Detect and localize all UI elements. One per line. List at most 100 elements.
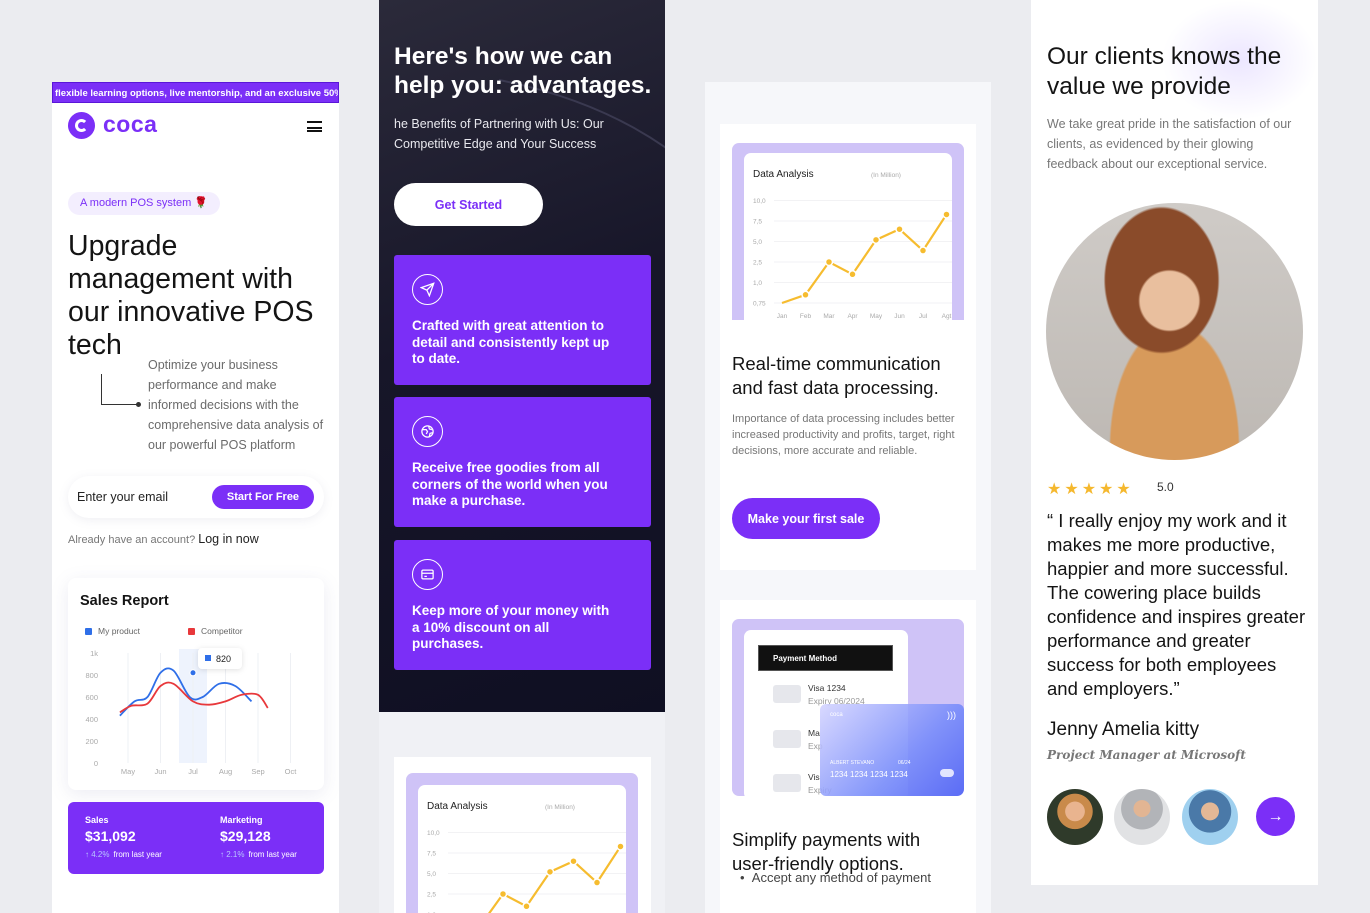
- title-line: our innovative POS: [68, 296, 314, 328]
- stat-change-suffix: from last year: [248, 850, 297, 859]
- coca-logo-icon[interactable]: [68, 112, 95, 139]
- client-avatar[interactable]: [1047, 789, 1103, 845]
- data-line: [781, 213, 948, 305]
- contactless-icon: ))): [947, 710, 956, 720]
- card-holder: ALBERT STEVANO: [830, 760, 875, 766]
- y-tick-label: 5,0: [427, 871, 436, 878]
- method-name: Visa 1234: [808, 683, 846, 693]
- client-name: Jenny Amelia kitty: [1047, 719, 1200, 740]
- y-tick-label: 2,5: [753, 260, 762, 267]
- payment-method-header: Payment Method: [758, 645, 893, 671]
- get-started-button[interactable]: Get Started: [394, 183, 543, 226]
- y-tick-label: 2,5: [427, 892, 436, 899]
- promo-banner[interactable]: flexible learning options, live mentorsh…: [52, 82, 339, 103]
- data-analysis-card: Data Analysis(In Million)0,751,02,55,07,…: [418, 785, 626, 913]
- highlight-point: [189, 669, 197, 677]
- chart-subtitle: (In Million): [871, 172, 901, 179]
- hero-badge: A modern POS system 🌹: [68, 192, 221, 215]
- globe-icon: [412, 416, 443, 447]
- sales-chart: May Jun Jul Aug Sep Oct 0 200 400 600 800 1k 820: [85, 648, 298, 776]
- make-first-sale-button[interactable]: Make your first sale: [732, 498, 880, 539]
- y-tick-label: 0,75: [753, 301, 766, 308]
- advantages-subtitle: he Benefits of Partnering with Us: Our C…: [394, 117, 604, 151]
- card-thumbnail: [773, 730, 801, 748]
- data-point: [569, 856, 578, 866]
- payments-title: Simplify payments with user-friendly opt…: [732, 828, 920, 876]
- login-prompt-text: Already have an account?: [68, 534, 196, 546]
- realtime-title: Real-time communication and fast data pr…: [732, 352, 941, 400]
- data-point: [824, 257, 834, 267]
- chart-subtitle: (In Million): [545, 804, 575, 811]
- card-thumbnail: [773, 685, 801, 703]
- data-point: [522, 902, 531, 911]
- brand-name[interactable]: coca: [103, 111, 157, 138]
- x-tick-label: Oct: [285, 767, 298, 776]
- stat-change-suffix: from last year: [113, 850, 162, 859]
- connector-line: [101, 374, 141, 407]
- y-tick-label: 800: [85, 671, 98, 680]
- stat-value: $29,128: [220, 828, 271, 844]
- title-line: Upgrade: [68, 230, 178, 262]
- credit-card-visual: coca ))) ALBERT STEVANO 06/24 1234 1234 …: [820, 704, 964, 796]
- realtime-description: Importance of data processing includes b…: [732, 413, 955, 457]
- y-tick-label: 7,5: [427, 851, 436, 858]
- data-analysis-chart: Data Analysis(In Million)0,751,02,55,07,…: [753, 169, 952, 320]
- title-line: management with: [68, 263, 293, 295]
- stat-label: Marketing: [220, 815, 263, 825]
- stats-card: Sales $31,092 ↑ 4.2% from last year Marke…: [68, 802, 324, 874]
- stat-marketing: Marketing $29,128 ↑ 2.1% from last year: [220, 815, 297, 859]
- client-avatar[interactable]: [1114, 789, 1170, 845]
- x-tick-label: Agt: [942, 313, 952, 320]
- y-tick-label: 200: [85, 737, 98, 746]
- data-point: [592, 878, 602, 887]
- data-analysis-card: Data Analysis(In Million)0,751,02,55,07,…: [744, 153, 952, 320]
- stat-change-value: ↑ 4.2%: [85, 850, 110, 859]
- client-avatar[interactable]: [1182, 789, 1238, 845]
- x-tick-label: May: [121, 767, 135, 776]
- email-input[interactable]: [77, 476, 207, 518]
- tooltip-value: 820: [216, 654, 231, 664]
- star-rating-icon: ★★★★★: [1047, 481, 1134, 498]
- testimonials-title: Our clients knows the value we provide: [1047, 43, 1282, 100]
- email-form: Start For Free: [68, 476, 324, 518]
- client-photo: [1046, 203, 1303, 460]
- testimonials-description: We take great pride in the satisfaction …: [1047, 117, 1292, 171]
- stat-value: $31,092: [85, 828, 136, 844]
- hero-title: Upgrade management with our innovative P…: [68, 230, 328, 362]
- y-tick-label: 10,0: [427, 830, 440, 837]
- x-tick-label: Aug: [219, 767, 232, 776]
- tooltip-marker: [205, 655, 211, 661]
- data-analysis-preview: Data Analysis(In Million)0,751,02,55,07,…: [394, 757, 651, 913]
- features-screen: Data Analysis (In Million) 0,75 1,0 2,5 5,0 7,…: [705, 82, 991, 913]
- stat-sales: Sales $31,092 ↑ 4.2% from last year: [85, 815, 162, 859]
- advantage-text: Crafted with great attention to detail a…: [412, 318, 610, 366]
- hamburger-icon[interactable]: [307, 121, 322, 132]
- data-point: [871, 235, 881, 245]
- title-line: Real-time communication: [732, 353, 941, 374]
- hero-screen: flexible learning options, live mentorsh…: [52, 82, 339, 913]
- advantage-card: Receive free goodies from all corners of…: [394, 397, 651, 527]
- x-tick-label: Mar: [823, 313, 835, 320]
- advantage-card: Crafted with great attention to detail a…: [394, 255, 651, 385]
- data-analysis-chart: Data Analysis(In Million)0,751,02,55,07,…: [427, 801, 626, 913]
- send-icon: [412, 274, 443, 305]
- y-tick-label: 5,0: [753, 239, 762, 246]
- login-prompt: Already have an account? Log in now: [68, 532, 259, 546]
- advantage-text: Keep more of your money with a 10% disco…: [412, 603, 610, 651]
- card-number: 1234 1234 1234 1234: [830, 770, 908, 779]
- data-point: [895, 224, 904, 234]
- start-for-free-button[interactable]: Start For Free: [212, 485, 314, 509]
- data-point: [545, 867, 555, 877]
- payment-bullet: • Accept any method of payment: [740, 870, 931, 885]
- x-tick-label: Feb: [800, 313, 812, 320]
- credit-card-icon: [412, 559, 443, 590]
- data-point: [942, 210, 951, 219]
- next-testimonial-button[interactable]: →: [1256, 797, 1295, 836]
- login-link[interactable]: Log in now: [198, 532, 258, 546]
- title-line: help you: advantages.: [394, 72, 652, 99]
- data-point: [498, 889, 508, 899]
- x-tick-label: Jul: [919, 313, 928, 320]
- card-expiry: 06/24: [898, 760, 911, 766]
- testimonials-screen: Our clients knows the value we provide W…: [1031, 0, 1318, 885]
- advantage-card: Keep more of your money with a 10% disco…: [394, 540, 651, 670]
